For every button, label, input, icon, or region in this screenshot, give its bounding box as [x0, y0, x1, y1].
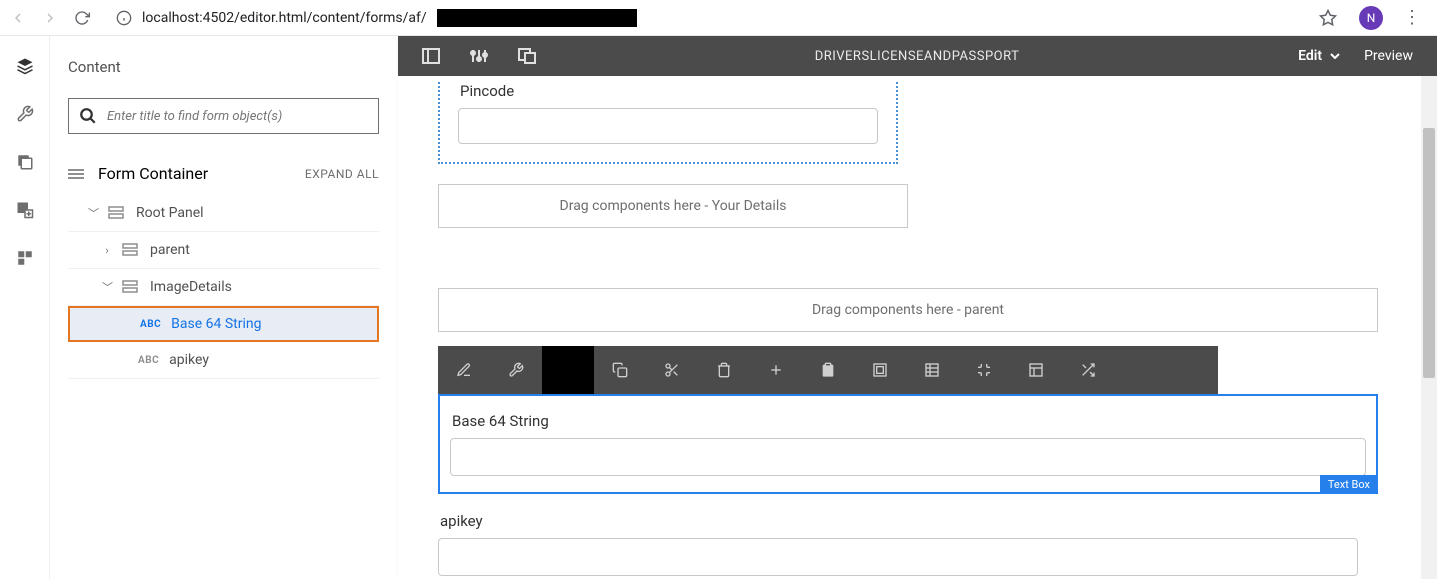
component-toolbar — [438, 346, 1218, 394]
text-field-icon: ABC — [138, 355, 159, 366]
data-sources-icon[interactable] — [15, 248, 35, 268]
paste-icon[interactable] — [802, 346, 854, 394]
bookmark-star-icon[interactable] — [1319, 9, 1337, 27]
browser-menu-icon[interactable]: ⋮ — [1395, 7, 1429, 28]
edit-label: Edit — [1298, 48, 1322, 64]
side-panel-toggle-icon[interactable] — [422, 47, 440, 65]
reload-icon[interactable] — [72, 8, 92, 28]
component-type-badge: Text Box — [1320, 475, 1378, 494]
chevron-down-icon[interactable]: ﹀ — [88, 205, 98, 221]
root-panel-label: Root Panel — [136, 205, 204, 221]
layers-icon[interactable] — [15, 56, 35, 76]
apikey-input[interactable] — [438, 538, 1358, 576]
base64-field-label: Base 64 String — [452, 412, 1366, 430]
editor-topbar: DRIVERSLICENSEANDPASSPORT Edit Preview — [398, 36, 1437, 76]
more-icon[interactable] — [1062, 346, 1114, 394]
search-box[interactable] — [68, 98, 379, 134]
sliders-icon[interactable] — [470, 47, 488, 65]
dropzone-text: Drag components here - parent — [812, 302, 1004, 318]
image-details-label: ImageDetails — [150, 279, 232, 295]
base64-input[interactable] — [450, 438, 1366, 476]
emulator-icon[interactable] — [518, 47, 536, 65]
cut-icon[interactable] — [646, 346, 698, 394]
content-sidebar: Content Form Container EXPAND ALL ﹀ Root… — [50, 36, 398, 579]
tree-header: Form Container EXPAND ALL — [68, 158, 379, 195]
tree-row-image-details[interactable]: ﹀ ImageDetails — [68, 269, 379, 306]
pincode-input[interactable] — [458, 108, 878, 144]
configure-icon[interactable] — [490, 346, 542, 394]
chevron-right-icon[interactable]: › — [102, 244, 112, 257]
tree-row-base64[interactable]: ABC Base 64 String — [68, 306, 379, 342]
dropzone-text: Drag components here - Your Details — [560, 198, 787, 214]
delete-icon[interactable] — [698, 346, 750, 394]
insert-icon[interactable] — [750, 346, 802, 394]
form-container-label[interactable]: Form Container — [98, 164, 208, 183]
app-shell: Content Form Container EXPAND ALL ﹀ Root… — [0, 36, 1437, 579]
dropzone-your-details[interactable]: Drag components here - Your Details — [438, 184, 908, 228]
vertical-scrollbar[interactable] — [1421, 76, 1437, 579]
rules-icon[interactable] — [958, 346, 1010, 394]
panel-icon — [122, 243, 140, 257]
pincode-panel[interactable]: Pincode — [438, 82, 898, 164]
container-icon — [68, 168, 86, 180]
browser-bar: localhost:4502/editor.html/content/forms… — [0, 0, 1437, 36]
group-icon[interactable] — [854, 346, 906, 394]
selected-base64-field[interactable]: Base 64 String Text Box — [438, 394, 1378, 494]
url-text: localhost:4502/editor.html/content/forms… — [142, 10, 427, 26]
tree-row-parent[interactable]: › parent — [68, 232, 379, 269]
left-rail — [0, 36, 50, 579]
tree-row-apikey[interactable]: ABC apikey — [68, 342, 379, 379]
url-redacted — [437, 9, 637, 27]
redacted-tool-icon[interactable] — [542, 346, 594, 394]
scrollbar-thumb[interactable] — [1423, 128, 1435, 378]
panel-icon — [108, 206, 126, 220]
parent-label: parent — [150, 242, 190, 258]
tree-row-root-panel[interactable]: ﹀ Root Panel — [68, 195, 379, 232]
edit-icon[interactable] — [438, 346, 490, 394]
search-icon — [79, 107, 97, 125]
form-title: DRIVERSLICENSEANDPASSPORT — [536, 49, 1298, 64]
profile-avatar[interactable]: N — [1359, 6, 1383, 30]
apikey-field[interactable]: apikey — [438, 512, 1358, 576]
forward-arrow-icon[interactable] — [40, 8, 60, 28]
chevron-down-icon[interactable]: ﹀ — [102, 279, 112, 295]
url-bar[interactable]: localhost:4502/editor.html/content/forms… — [104, 9, 1307, 27]
search-input[interactable] — [107, 109, 368, 124]
add-component-icon[interactable] — [15, 200, 35, 220]
copy-icon[interactable] — [594, 346, 646, 394]
assets-icon[interactable] — [15, 152, 35, 172]
info-icon — [116, 10, 132, 26]
wrench-icon[interactable] — [15, 104, 35, 124]
preview-button[interactable]: Preview — [1364, 48, 1413, 64]
dropzone-parent[interactable]: Drag components here - parent — [438, 288, 1378, 332]
base64-label: Base 64 String — [171, 316, 261, 332]
apikey-field-label: apikey — [440, 512, 1358, 530]
table-icon[interactable] — [906, 346, 958, 394]
sidebar-title: Content — [68, 58, 379, 76]
apikey-label: apikey — [169, 352, 209, 368]
chevron-down-icon — [1330, 53, 1340, 59]
text-field-icon: ABC — [140, 319, 161, 330]
layout-icon[interactable] — [1010, 346, 1062, 394]
back-arrow-icon[interactable] — [8, 8, 28, 28]
expand-all-button[interactable]: EXPAND ALL — [305, 167, 379, 181]
mode-dropdown[interactable]: Edit — [1298, 48, 1340, 64]
editor-area: DRIVERSLICENSEANDPASSPORT Edit Preview P… — [398, 36, 1437, 579]
form-canvas: Pincode Drag components here - Your Deta… — [398, 76, 1437, 579]
panel-icon — [122, 280, 140, 294]
pincode-label: Pincode — [460, 82, 878, 100]
